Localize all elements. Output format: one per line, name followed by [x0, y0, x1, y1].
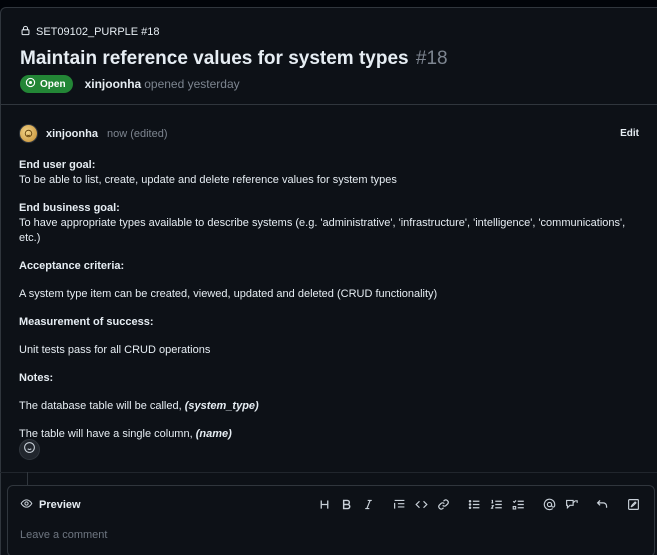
issue-meta: Open xinjoonha opened yesterday — [20, 75, 240, 93]
note-1: The database table will be called, (syst… — [19, 399, 644, 414]
link-icon[interactable] — [432, 495, 454, 513]
task-list-icon[interactable] — [507, 495, 529, 513]
unordered-list-icon[interactable] — [463, 495, 485, 513]
comment-input[interactable]: Leave a comment — [20, 529, 107, 541]
mention-icon[interactable] — [538, 495, 560, 513]
goal-biz-heading: End business goal: — [19, 202, 120, 214]
comment-body: End user goal: To be able to list, creat… — [19, 158, 644, 442]
repo-ref: SET09102_PURPLE #18 — [36, 26, 160, 38]
issue-author[interactable]: xinjoonha — [85, 77, 142, 91]
smiley-icon — [23, 441, 36, 459]
timeline-divider — [0, 472, 657, 473]
goal-biz-text: To have appropriate types available to d… — [19, 217, 626, 244]
add-reaction-button[interactable] — [19, 439, 40, 460]
success-text: Unit tests pass for all CRUD operations — [19, 344, 211, 356]
fullscreen-icon[interactable] — [622, 495, 644, 513]
timeline-line — [27, 472, 28, 486]
comment-time: now (edited) — [106, 127, 168, 140]
opened-text: opened yesterday — [144, 77, 240, 91]
issue-title: Maintain reference values for system typ… — [20, 48, 409, 69]
comment-editor: Preview Leave a comment — [7, 485, 655, 555]
status-label: Open — [40, 78, 66, 90]
cross-reference-icon[interactable] — [560, 495, 582, 513]
eye-icon — [20, 497, 33, 513]
italic-icon[interactable] — [357, 495, 379, 513]
formatting-toolbar — [313, 495, 644, 513]
success-heading: Measurement of success: — [19, 316, 154, 328]
quote-icon[interactable] — [388, 495, 410, 513]
issue-title-row: Maintain reference values for system typ… — [20, 48, 448, 70]
header-divider — [0, 104, 657, 105]
tab-preview-label: Preview — [39, 499, 81, 511]
note-1-text: The database table will be called, — [19, 400, 185, 412]
criteria-heading: Acceptance criteria: — [19, 260, 125, 272]
comment-header: xinjoonha now (edited) Edit — [19, 124, 639, 143]
note-2: The table will have a single column, (na… — [19, 427, 644, 442]
undo-icon[interactable] — [591, 495, 613, 513]
goal-user-heading: End user goal: — [19, 159, 96, 171]
heading-icon[interactable] — [313, 495, 335, 513]
goal-user-text: To be able to list, create, update and d… — [19, 174, 397, 186]
criteria-text: A system type item can be created, viewe… — [19, 288, 438, 300]
issue-open-icon — [25, 77, 36, 91]
repo-breadcrumb[interactable]: SET09102_PURPLE #18 — [20, 25, 160, 39]
avatar[interactable] — [19, 124, 38, 143]
comment-author[interactable]: xinjoonha — [46, 128, 98, 140]
bold-icon[interactable] — [335, 495, 357, 513]
lock-icon — [20, 25, 31, 39]
note-2-code: (name) — [195, 428, 232, 440]
code-icon[interactable] — [410, 495, 432, 513]
edit-button[interactable]: Edit — [620, 128, 639, 139]
ordered-list-icon[interactable] — [485, 495, 507, 513]
tab-preview[interactable]: Preview — [20, 497, 81, 513]
note-1-code: (system_type) — [184, 400, 259, 412]
note-2-text: The table will have a single column, — [19, 428, 196, 440]
issue-number: #18 — [415, 48, 448, 69]
notes-heading: Notes: — [19, 372, 54, 384]
status-badge: Open — [20, 75, 73, 93]
